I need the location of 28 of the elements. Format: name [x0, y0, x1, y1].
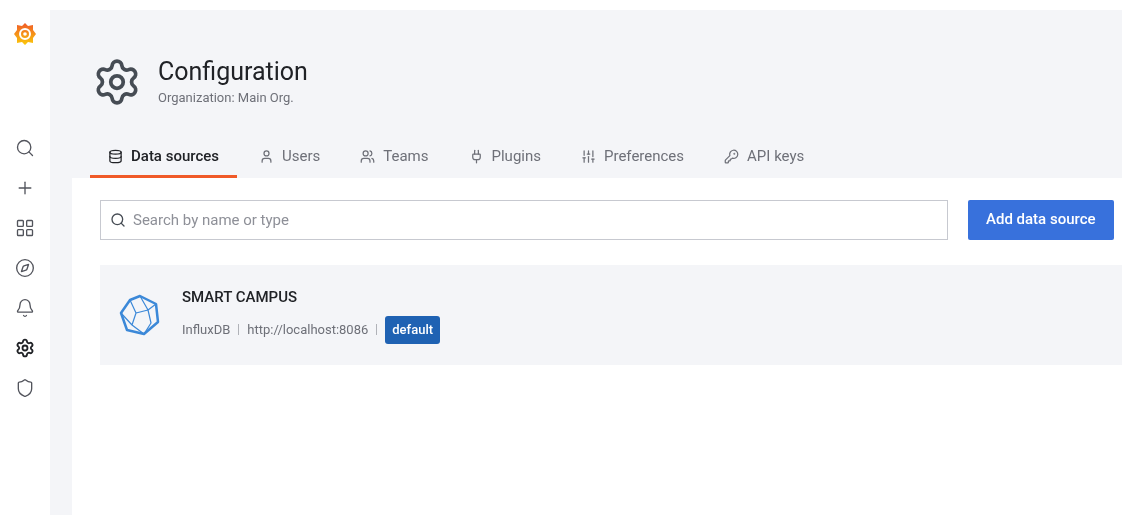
tab[interactable]: Preferences: [563, 137, 703, 178]
settings-icon[interactable]: [15, 338, 35, 358]
data-source-name: SMART CAMPUS: [182, 286, 299, 308]
compass-icon[interactable]: [15, 258, 35, 278]
bell-icon[interactable]: [15, 298, 35, 318]
search-icon: [110, 211, 126, 228]
data-source-type: InfluxDB: [182, 321, 231, 339]
data-source-url: http://localhost:8086: [247, 321, 369, 339]
add-data-source-button[interactable]: Add data source: [968, 199, 1114, 240]
data-source-card[interactable]: SMART CAMPUS InfluxDB http://localhost:8086 default: [100, 264, 1122, 365]
grid-icon[interactable]: [15, 218, 35, 238]
logo-icon[interactable]: [14, 22, 36, 46]
polyhedron-icon: [118, 292, 162, 337]
tab[interactable]: API keys: [706, 137, 823, 178]
page-title: Configuration: [158, 56, 308, 88]
tab[interactable]: Teams: [342, 137, 447, 178]
search-icon[interactable]: [15, 138, 35, 158]
tab[interactable]: Users: [241, 137, 339, 178]
database-icon: [108, 148, 123, 164]
tab[interactable]: Plugins: [450, 137, 559, 178]
users-icon: [360, 148, 376, 164]
shield-icon[interactable]: [15, 378, 35, 398]
search-field[interactable]: Search by name or type: [100, 199, 948, 240]
user-icon: [259, 148, 274, 164]
page-subtitle: Organization: Main Org.: [158, 89, 295, 107]
default-badge: default: [385, 316, 441, 344]
key-icon: [724, 148, 740, 164]
sliders-icon: [581, 148, 596, 164]
